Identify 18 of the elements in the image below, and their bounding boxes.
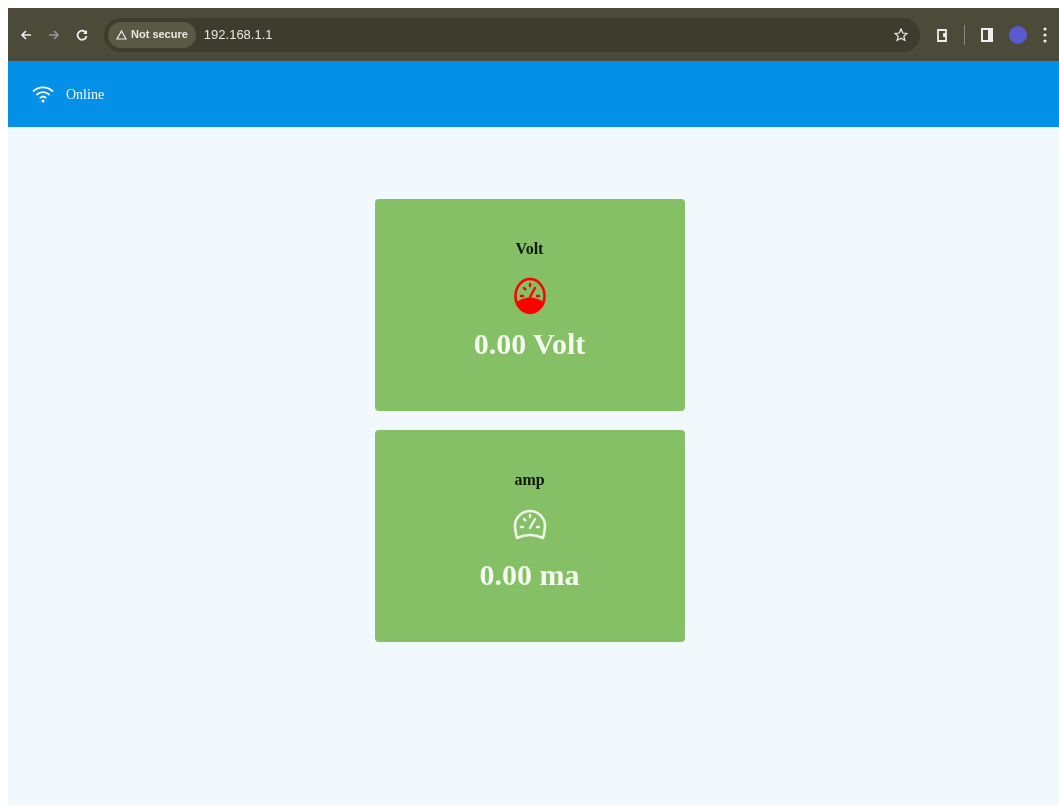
warning-icon — [116, 29, 127, 40]
forward-icon[interactable] — [48, 28, 60, 41]
status-label: Online — [66, 85, 105, 104]
security-label: Not secure — [131, 27, 188, 43]
card-reading: 0.00 ma — [479, 557, 580, 593]
card-reading: 0.00 Volt — [473, 326, 586, 362]
extension-icon[interactable] — [936, 26, 948, 43]
security-chip[interactable]: Not secure — [108, 21, 196, 48]
menu-icon[interactable] — [1043, 26, 1047, 43]
address-bar[interactable]: Not secure 192.168.1.1 — [104, 17, 920, 52]
url-text: 192.168.1.1 — [203, 25, 273, 44]
back-icon[interactable] — [20, 28, 32, 41]
star-icon[interactable] — [894, 27, 908, 42]
wifi-icon — [32, 85, 54, 103]
card-title: Volt — [515, 239, 544, 259]
reload-icon[interactable] — [76, 28, 88, 41]
card-title: amp — [514, 470, 545, 491]
sidebar-icon[interactable] — [981, 27, 993, 42]
